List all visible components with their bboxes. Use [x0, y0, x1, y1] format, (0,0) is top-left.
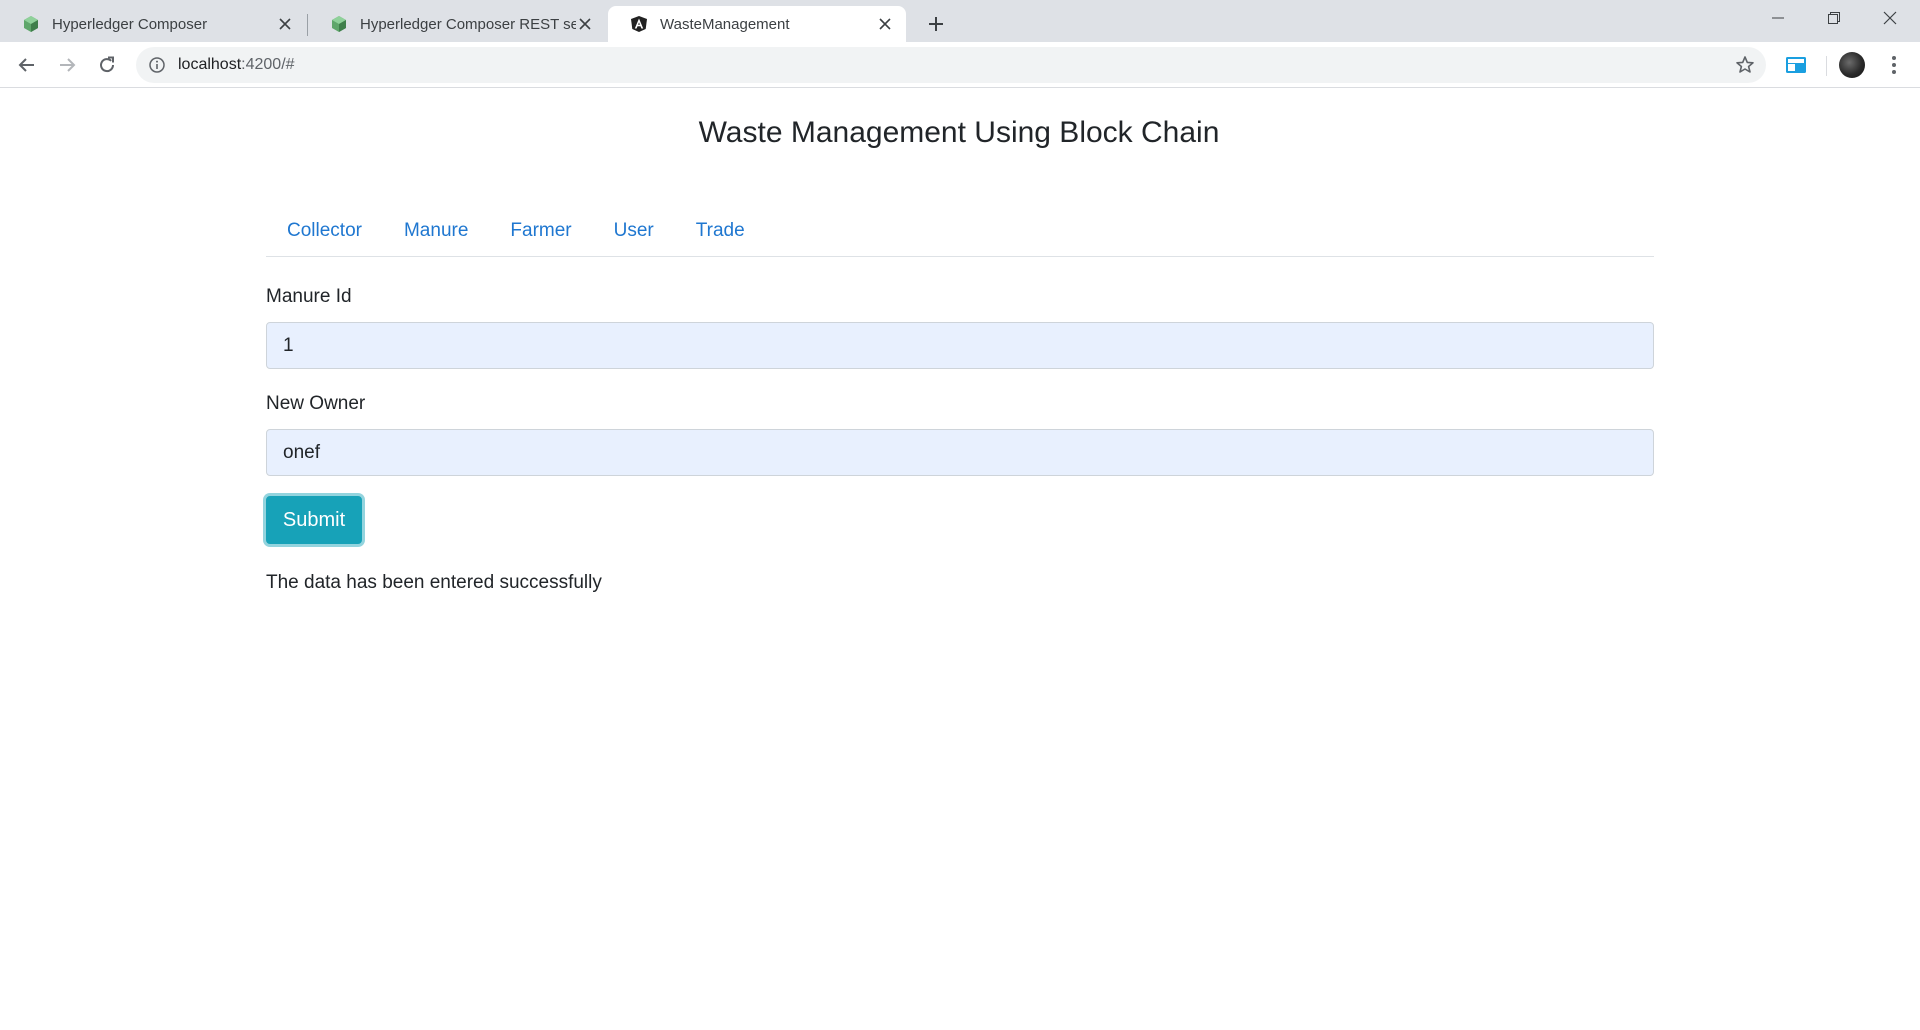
url-text: localhost:4200/# — [178, 56, 1734, 74]
browser-tab-wastemanagement[interactable]: WasteManagement — [608, 6, 906, 42]
nav-link-collector[interactable]: Collector — [266, 210, 383, 256]
close-window-button[interactable] — [1862, 0, 1918, 36]
browser-menu-button[interactable] — [1880, 51, 1908, 79]
site-info-icon[interactable] — [148, 56, 166, 74]
avatar — [1839, 52, 1865, 78]
manure-id-label: Manure Id — [266, 286, 352, 307]
close-icon — [1883, 11, 1897, 25]
page-title: Waste Management Using Block Chain — [698, 116, 1220, 149]
nav-link-farmer[interactable]: Farmer — [489, 210, 592, 256]
restore-icon — [1828, 12, 1840, 24]
browser-tab-hyperledger-composer[interactable]: Hyperledger Composer — [0, 6, 306, 42]
kebab-menu-icon — [1892, 56, 1896, 74]
tab-title: WasteManagement — [660, 15, 790, 33]
nav-link-trade[interactable]: Trade — [675, 210, 766, 256]
profile-avatar[interactable] — [1838, 51, 1866, 79]
close-tab-icon[interactable] — [276, 15, 294, 33]
reload-icon — [100, 56, 115, 73]
new-tab-button[interactable] — [922, 10, 950, 38]
angular-icon — [631, 16, 647, 32]
reload-button[interactable] — [92, 50, 122, 80]
address-bar[interactable]: localhost:4200/# — [136, 47, 1766, 83]
new-owner-label: New Owner — [266, 393, 366, 414]
tab-title: Hyperledger Composer — [52, 15, 208, 33]
minimize-button[interactable] — [1750, 0, 1806, 36]
main-nav: Collector Manure Farmer User Trade — [266, 210, 1654, 257]
restore-button[interactable] — [1806, 0, 1862, 36]
browser-tab-bar: Hyperledger Composer Hyperledger Compose… — [0, 0, 1920, 42]
close-tab-icon[interactable] — [576, 15, 594, 33]
tab-title: Hyperledger Composer REST server — [360, 15, 576, 33]
forward-button[interactable] — [52, 50, 82, 80]
manure-id-input[interactable] — [266, 322, 1654, 369]
minimize-icon — [1772, 17, 1784, 19]
arrow-right-icon — [60, 58, 76, 72]
new-owner-input[interactable] — [266, 429, 1654, 476]
hyperledger-cube-icon — [332, 16, 346, 32]
close-tab-icon[interactable] — [876, 15, 894, 33]
nav-link-user[interactable]: User — [593, 210, 675, 256]
browser-tab-composer-rest-server[interactable]: Hyperledger Composer REST server — [308, 6, 606, 42]
plus-icon — [929, 17, 943, 31]
success-message: The data has been entered successfully — [266, 572, 602, 593]
back-button[interactable] — [12, 50, 42, 80]
url-port-path: :4200/# — [241, 56, 295, 73]
arrow-left-icon — [18, 58, 34, 72]
browser-toolbar: localhost:4200/# — [0, 42, 1920, 88]
extension-icon[interactable] — [1782, 51, 1810, 79]
toolbar-divider — [1826, 56, 1827, 76]
nav-link-manure[interactable]: Manure — [383, 210, 489, 256]
submit-button[interactable]: Submit — [266, 496, 362, 544]
hyperledger-cube-icon — [24, 16, 38, 32]
bookmark-star-icon[interactable] — [1734, 54, 1756, 76]
url-host: localhost — [178, 56, 242, 73]
